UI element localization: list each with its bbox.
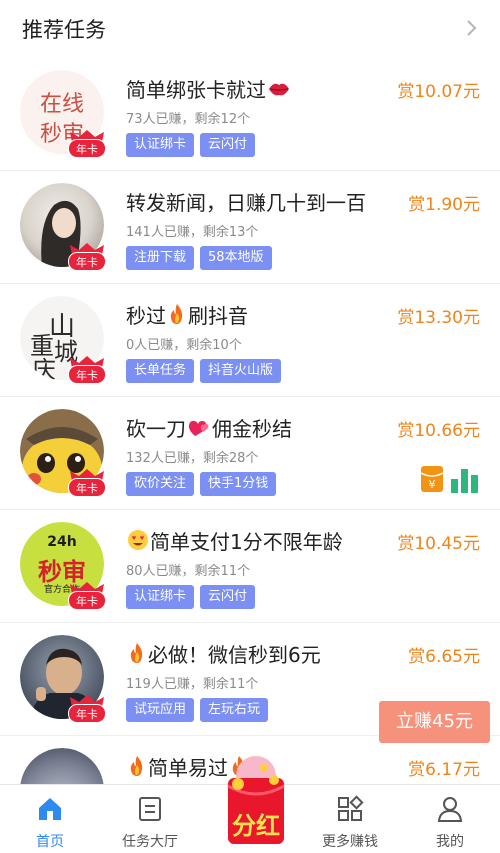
tab-mine[interactable]: 我的 — [400, 785, 500, 853]
lips-icon — [269, 83, 289, 96]
dividend-label: 分红 — [232, 812, 280, 840]
tab-home[interactable]: 首页 — [0, 785, 100, 853]
tag-group: 注册下载 58本地版 — [126, 246, 278, 270]
task-tag: 抖音火山版 — [200, 359, 282, 383]
task-reward: 赏10.07元 — [397, 82, 480, 102]
document-icon — [139, 797, 161, 821]
tab-task-hall[interactable]: 任务大厅 — [100, 785, 200, 853]
task-title: 秒过 刷抖音 — [126, 304, 248, 328]
task-tag: 左玩右玩 — [200, 698, 269, 722]
tab-label: 更多赚钱 — [322, 834, 378, 850]
task-title: 简单绑张卡就过 — [126, 74, 292, 103]
task-reward: 赏6.65元 — [408, 647, 480, 667]
task-reward: 赏1.90元 — [408, 195, 480, 215]
page-title: 推荐任务 — [22, 18, 106, 42]
task-meta: 132人已赚，剩余28个 — [126, 451, 259, 466]
earn-now-button[interactable]: 立赚45元 — [379, 701, 490, 743]
tab-label: 首页 — [36, 834, 64, 850]
task-title: 简单支付1分不限年龄 — [126, 526, 343, 555]
task-reward: 赏10.45元 — [397, 534, 480, 554]
task-item[interactable]: 24h 秒审 官方合作 年卡 简单支付1分不限年龄 80人已赚，剩余11个 认证… — [0, 510, 500, 623]
task-tag: 快手1分钱 — [200, 472, 277, 496]
annual-card-badge: 年卡 — [68, 695, 106, 723]
home-icon — [39, 798, 61, 820]
task-tag: 砍价关注 — [126, 472, 195, 496]
user-icon — [437, 797, 463, 822]
task-title: 砍一刀 佣金秒结 — [126, 417, 292, 441]
tag-group: 长单任务 抖音火山版 — [126, 359, 287, 383]
annual-card-badge: 年卡 — [68, 582, 106, 610]
task-item[interactable]: 年卡 砍一刀 佣金秒结 132人已赚，剩余28个 砍价关注 快手1分钱 赏10.66… — [0, 397, 500, 510]
task-title: 必做！微信秒到6元 — [126, 639, 321, 668]
task-tag: 58本地版 — [200, 246, 272, 270]
task-meta: 73人已赚，剩余12个 — [126, 112, 251, 127]
fire-icon — [130, 756, 143, 776]
task-meta: 80人已赚，剩余11个 — [126, 564, 251, 579]
bar-chart-icon[interactable] — [450, 465, 480, 493]
task-tag: 认证绑卡 — [126, 133, 195, 157]
tag-group: 认证绑卡 云闪付 — [126, 133, 261, 157]
annual-card-badge: 年卡 — [68, 469, 106, 497]
annual-card-badge: 年卡 — [68, 243, 106, 271]
chevron-right-icon[interactable] — [460, 17, 482, 39]
tag-group: 认证绑卡 云闪付 — [126, 585, 261, 609]
heart-icon — [188, 420, 209, 436]
tab-label: 任务大厅 — [122, 834, 178, 850]
task-meta: 119人已赚，剩余11个 — [126, 677, 259, 692]
task-reward: 赏10.66元 — [397, 421, 480, 441]
svg-text:¥: ¥ — [429, 478, 436, 491]
task-tag: 认证绑卡 — [126, 585, 195, 609]
dividend-button[interactable]: 分红 — [220, 756, 292, 848]
heart-eyes-face-icon — [128, 530, 148, 550]
fire-icon — [130, 643, 143, 663]
task-tag: 云闪付 — [200, 585, 256, 609]
header: 推荐任务 — [0, 0, 500, 58]
tag-group: 试玩应用 左玩右玩 — [126, 698, 274, 722]
task-tag: 长单任务 — [126, 359, 195, 383]
red-envelope-icon[interactable]: ¥ — [420, 465, 444, 493]
task-title: 转发新闻，日赚几十到一百 — [126, 191, 366, 215]
tab-more-earn[interactable]: 更多赚钱 — [300, 785, 400, 853]
task-reward: 赏6.17元 — [408, 760, 480, 780]
tag-group: 砍价关注 快手1分钱 — [126, 472, 282, 496]
task-meta: 141人已赚，剩余13个 — [126, 225, 259, 240]
task-reward: 赏13.30元 — [397, 308, 480, 328]
annual-card-badge: 年卡 — [68, 130, 106, 158]
tab-label: 我的 — [436, 834, 464, 850]
task-meta: 0人已赚，剩余10个 — [126, 338, 242, 353]
task-tag: 试玩应用 — [126, 698, 195, 722]
task-tag: 注册下载 — [126, 246, 195, 270]
task-item[interactable]: 年卡 转发新闻，日赚几十到一百 141人已赚，剩余13个 注册下载 58本地版 赏… — [0, 171, 500, 284]
task-item[interactable]: 在线 秒审 年卡 简单绑张卡就过 73人已赚，剩余12个 认证绑卡 云闪付 赏10… — [0, 58, 500, 171]
grid-icon — [338, 795, 364, 821]
fire-icon — [170, 304, 183, 324]
annual-card-badge: 年卡 — [68, 356, 106, 384]
task-tag: 云闪付 — [200, 133, 256, 157]
task-item[interactable]: 山 重 城 庆 年卡 秒过 刷抖音 0人已赚，剩余10个 长单任务 抖音火山版 赏1… — [0, 284, 500, 397]
